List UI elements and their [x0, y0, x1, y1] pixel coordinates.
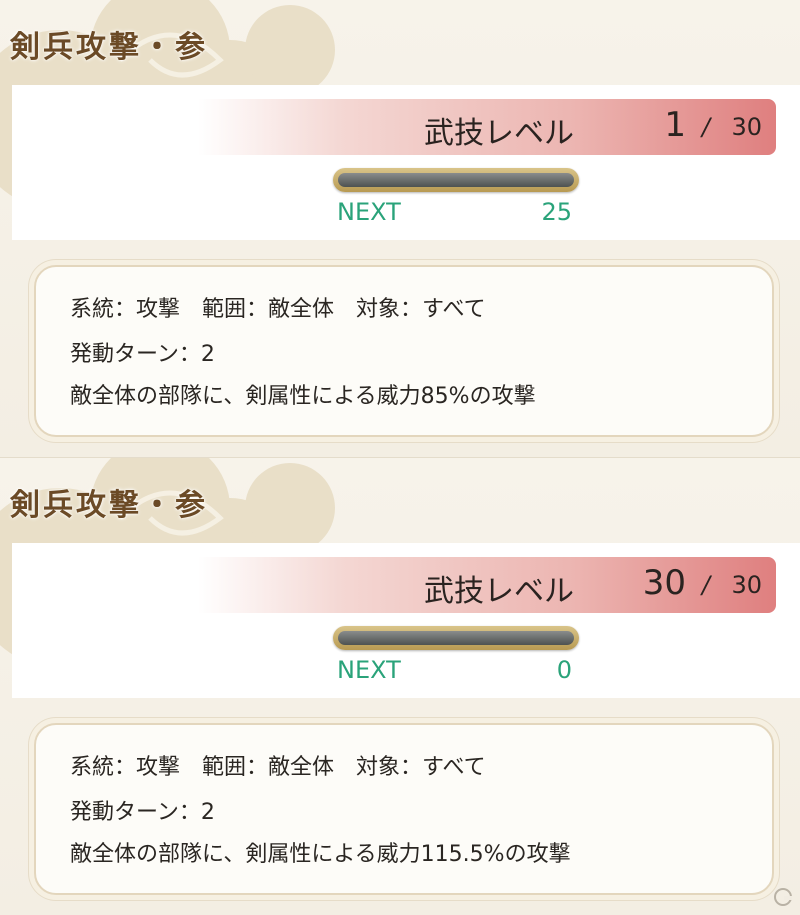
skill-panel-lv30: 剣兵攻撃・参 武技レベル 30 / 30 NEXT 0 系統：攻撃 範囲：敵全体… — [0, 457, 800, 915]
exp-progress-track — [338, 173, 574, 187]
skill-level-bar: 武技レベル 1 / 30 — [198, 99, 776, 155]
skill-level-bar: 武技レベル 30 / 30 — [198, 557, 776, 613]
skill-level-separator: / — [701, 571, 710, 599]
skill-level-current: 30 — [642, 563, 686, 603]
skill-level-max: 30 — [731, 113, 762, 141]
skill-description-box: 系統：攻撃 範囲：敵全体 対象：すべて 発動ターン：2 敵全体の部隊に、剣属性に… — [34, 723, 774, 895]
skill-effect-line: 敵全体の部隊に、剣属性による威力85%の攻撃 — [70, 384, 536, 409]
skill-effect-line: 敵全体の部隊に、剣属性による威力115.5%の攻撃 — [70, 842, 571, 867]
skill-level-separator: / — [701, 113, 710, 141]
exp-progress-track — [338, 631, 574, 645]
skill-panel-lv1: 剣兵攻撃・参 武技レベル 1 / 30 NEXT 25 系統：攻撃 範囲：敵全体… — [0, 0, 800, 457]
skill-type-line: 系統：攻撃 範囲：敵全体 対象：すべて — [70, 297, 486, 322]
skill-title: 剣兵攻撃・参 — [10, 30, 208, 65]
exp-progress-bar — [333, 626, 579, 650]
skill-level-max: 30 — [731, 571, 762, 599]
next-exp-value: 0 — [556, 656, 572, 684]
next-label: NEXT — [337, 198, 401, 226]
skill-title: 剣兵攻撃・参 — [10, 488, 208, 523]
skill-description-box: 系統：攻撃 範囲：敵全体 対象：すべて 発動ターン：2 敵全体の部隊に、剣属性に… — [34, 265, 774, 437]
activation-turn-line: 発動ターン：2 — [70, 800, 215, 825]
skill-level-label: 武技レベル — [424, 574, 574, 609]
exp-progress-bar — [333, 168, 579, 192]
skill-level-current: 1 — [664, 105, 686, 145]
activation-turn-line: 発動ターン：2 — [70, 342, 215, 367]
next-label: NEXT — [337, 656, 401, 684]
skill-level-label: 武技レベル — [424, 116, 574, 151]
skill-type-line: 系統：攻撃 範囲：敵全体 対象：すべて — [70, 755, 486, 780]
next-exp-value: 25 — [541, 198, 572, 226]
site-logo-icon — [774, 888, 792, 906]
